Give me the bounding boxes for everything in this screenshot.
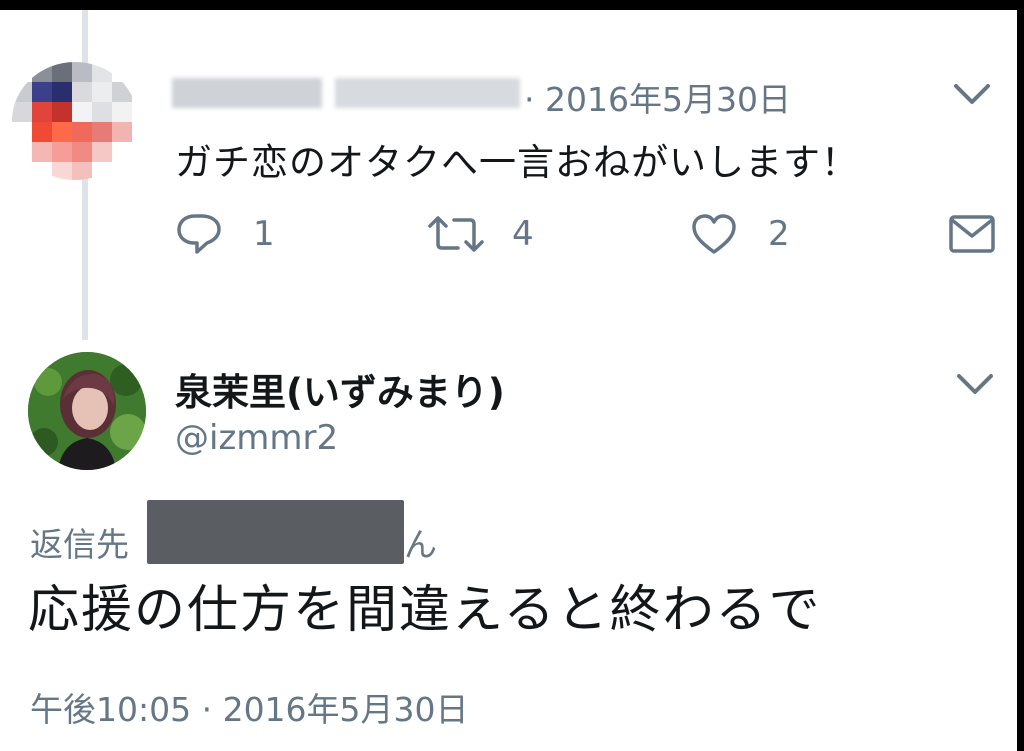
avatar-pixelated[interactable]: [12, 62, 138, 180]
dm-icon[interactable]: [947, 210, 997, 258]
like-action[interactable]: 2: [690, 210, 790, 258]
display-name[interactable]: 泉茉里(いずみまり): [175, 362, 505, 416]
chevron-down-icon[interactable]: [955, 372, 995, 396]
redaction-box: [147, 500, 404, 564]
blurred-display-name: [172, 78, 322, 108]
tweet1-meta: · 2016年5月30日: [524, 80, 791, 119]
avatar[interactable]: [28, 352, 146, 470]
right-edge: [1017, 0, 1024, 751]
like-count: 2: [768, 214, 790, 254]
reply-to-label: 返信先: [30, 525, 129, 564]
chevron-down-icon[interactable]: [952, 82, 992, 106]
reply-icon[interactable]: [175, 210, 223, 258]
blurred-handle: [335, 78, 520, 108]
tweet2-text: 応援の仕方を間違えると終わるで: [28, 581, 822, 640]
dm-action[interactable]: [947, 210, 997, 258]
top-edge: [0, 0, 1024, 10]
tweet1-text: ガチ恋のオタクへ一言おねがいします！: [175, 141, 859, 184]
like-icon[interactable]: [690, 210, 738, 258]
user-handle[interactable]: @izmmr2: [175, 418, 338, 458]
retweet-icon[interactable]: [428, 210, 484, 258]
reply-count: 1: [253, 214, 275, 254]
retweet-count: 4: [512, 214, 534, 254]
retweet-action[interactable]: 4: [428, 210, 534, 258]
reply-action[interactable]: 1: [175, 210, 275, 258]
reply-to-suffix: ん: [404, 525, 437, 564]
tweet-timestamp[interactable]: 午後10:05 · 2016年5月30日: [30, 683, 469, 731]
